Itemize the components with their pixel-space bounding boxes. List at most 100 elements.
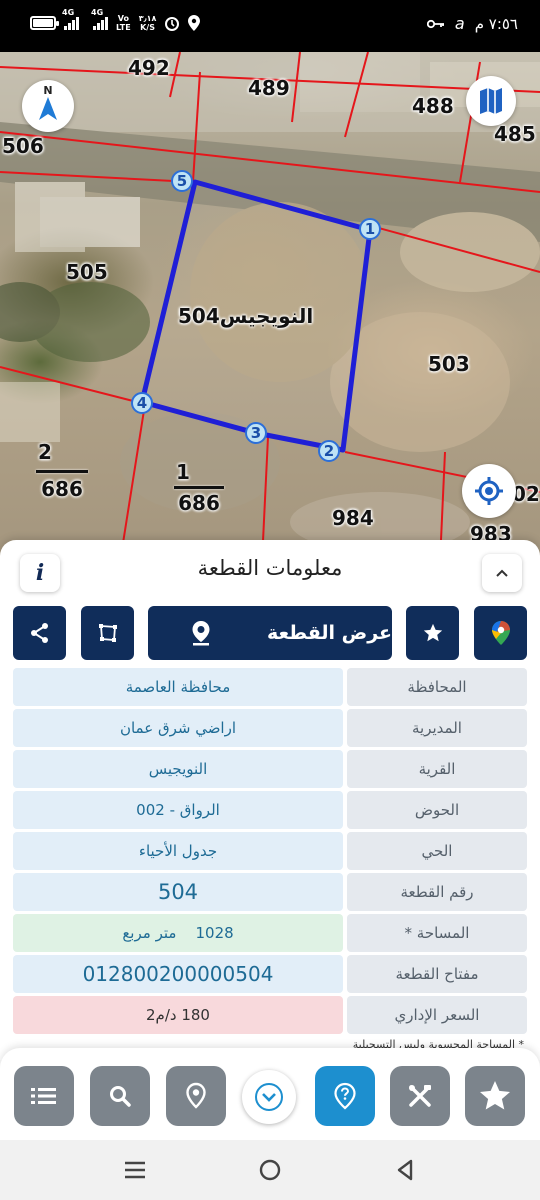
info-value: الرواق - 002 bbox=[13, 791, 343, 829]
system-nav-bar bbox=[0, 1140, 540, 1200]
plot-key-value: 012800200000504 bbox=[13, 955, 343, 993]
locate-plot-button[interactable] bbox=[166, 1066, 226, 1126]
map-icon bbox=[480, 88, 502, 114]
network-speed: ٣٫١٨ K/S bbox=[138, 14, 157, 32]
info-row: محافظة العاصمة المحافظة bbox=[13, 668, 527, 706]
google-maps-button[interactable] bbox=[474, 606, 527, 660]
info-value: اراضي شرق عمان bbox=[13, 709, 343, 747]
help-button[interactable] bbox=[315, 1066, 375, 1126]
parcel-number: 503 bbox=[428, 352, 470, 376]
plot-info-table: محافظة العاصمة المحافظة اراضي شرق عمان ا… bbox=[13, 668, 527, 1037]
back-triangle-icon bbox=[397, 1159, 413, 1181]
status-bar: 4G 4G Vo LTE ٣٫١٨ K/S a ٧:٥٦ م bbox=[0, 0, 540, 52]
location-pin-icon bbox=[186, 1082, 206, 1109]
parcel-number: 984 bbox=[332, 506, 374, 530]
plot-vertex[interactable]: 2 bbox=[318, 440, 340, 462]
info-row: 180 د/م2 السعر الإداري bbox=[13, 996, 527, 1034]
compass-button[interactable]: N bbox=[22, 80, 74, 132]
area-number: 1028 bbox=[195, 924, 234, 942]
view-plot-label: عرض القطعة bbox=[266, 622, 392, 644]
search-icon bbox=[110, 1086, 131, 1107]
info-label: رقم القطعة bbox=[347, 873, 527, 911]
recent-apps-button[interactable] bbox=[120, 1156, 150, 1184]
volte-indicator: Vo LTE bbox=[116, 14, 131, 32]
area-value: متر مربع 1028 bbox=[13, 914, 343, 952]
info-row: 504 رقم القطعة bbox=[13, 873, 527, 911]
google-maps-icon bbox=[491, 621, 510, 645]
admin-price-value: 180 د/م2 bbox=[13, 996, 343, 1034]
favorites-icon bbox=[480, 1081, 510, 1110]
info-label: الحوض bbox=[347, 791, 527, 829]
bottom-toolbar bbox=[0, 1048, 540, 1140]
sheet-header: i معلومات القطعة bbox=[0, 540, 540, 602]
compass-arrow-icon bbox=[39, 97, 57, 120]
info-label: مفتاح القطعة bbox=[347, 955, 527, 993]
map-layers-button[interactable] bbox=[466, 76, 516, 126]
sheet-title: معلومات القطعة bbox=[197, 556, 343, 580]
location-icon bbox=[188, 15, 201, 31]
alarm-icon bbox=[165, 17, 180, 31]
plot-vertex[interactable]: 4 bbox=[131, 392, 153, 414]
view-plot-button[interactable]: عرض القطعة bbox=[148, 606, 392, 660]
key-icon bbox=[426, 19, 444, 28]
info-row: متر مربع 1028 المساحة * bbox=[13, 914, 527, 952]
tools-button[interactable] bbox=[390, 1066, 450, 1126]
info-row: 012800200000504 مفتاح القطعة bbox=[13, 955, 527, 993]
help-icon bbox=[334, 1082, 356, 1110]
favorites-button[interactable] bbox=[465, 1066, 525, 1126]
parcel-number: 489 bbox=[248, 76, 290, 100]
share-icon bbox=[30, 623, 48, 643]
parcel-number: 492 bbox=[128, 56, 170, 80]
info-label: السعر الإداري bbox=[347, 996, 527, 1034]
list-button[interactable] bbox=[14, 1066, 74, 1126]
plot-vertex[interactable]: 5 bbox=[171, 170, 193, 192]
status-icons-right: a ٧:٥٦ م bbox=[426, 14, 518, 33]
star-icon bbox=[423, 623, 442, 642]
home-button[interactable] bbox=[255, 1156, 285, 1184]
area-unit: متر مربع bbox=[122, 924, 177, 942]
share-button[interactable] bbox=[13, 606, 66, 660]
plot-vertex[interactable]: 1 bbox=[359, 218, 381, 240]
menu-icon bbox=[125, 1161, 145, 1179]
my-location-button[interactable] bbox=[462, 464, 516, 518]
parcel-fraction: 2 686 bbox=[36, 440, 88, 501]
info-row: النويجيس القرية bbox=[13, 750, 527, 788]
battery-icon bbox=[30, 16, 59, 30]
info-value: جدول الأحياء bbox=[13, 832, 343, 870]
parcel-fraction: 1 686 bbox=[174, 460, 224, 515]
search-button[interactable] bbox=[90, 1066, 150, 1126]
home-circle-icon bbox=[259, 1159, 281, 1181]
tools-icon bbox=[409, 1085, 431, 1107]
info-label: القرية bbox=[347, 750, 527, 788]
info-row: اراضي شرق عمان المديرية bbox=[13, 709, 527, 747]
favorite-button[interactable] bbox=[406, 606, 459, 660]
parcel-number: 505 bbox=[66, 260, 108, 284]
clock: ٧:٥٦ م bbox=[474, 14, 518, 33]
chevron-up-icon bbox=[496, 569, 508, 577]
action-row: عرض القطعة bbox=[0, 606, 540, 660]
location-pin-icon bbox=[192, 621, 210, 646]
status-icons-left: 4G 4G Vo LTE ٣٫١٨ K/S bbox=[30, 8, 201, 32]
parcel-number: 02 bbox=[512, 482, 540, 506]
plot-info-sheet: i معلومات القطعة عرض القطعة محافظة العاص… bbox=[0, 540, 540, 1060]
back-button[interactable] bbox=[390, 1156, 420, 1184]
signal-icon-2: 4G bbox=[91, 8, 108, 30]
collapse-button[interactable] bbox=[482, 554, 522, 592]
crosshair-icon bbox=[475, 477, 503, 505]
chevron-down-icon bbox=[255, 1083, 283, 1111]
plot-shape-button[interactable] bbox=[81, 606, 134, 660]
info-value: محافظة العاصمة bbox=[13, 668, 343, 706]
parcel-number: 506 bbox=[2, 134, 44, 158]
info-label: المديرية bbox=[347, 709, 527, 747]
signal-icon-1: 4G bbox=[62, 8, 79, 30]
info-label: الحي bbox=[347, 832, 527, 870]
plot-vertex[interactable]: 3 bbox=[245, 422, 267, 444]
plot-number-value: 504 bbox=[13, 873, 343, 911]
collapse-toolbar-button[interactable] bbox=[242, 1070, 296, 1124]
map-view[interactable]: 492 489 488 485 506 505 503 984 983 02 ا… bbox=[0, 52, 540, 562]
info-value: النويجيس bbox=[13, 750, 343, 788]
polygon-icon bbox=[98, 624, 117, 642]
info-row: جدول الأحياء الحي bbox=[13, 832, 527, 870]
info-label: المحافظة bbox=[347, 668, 527, 706]
info-row: الرواق - 002 الحوض bbox=[13, 791, 527, 829]
